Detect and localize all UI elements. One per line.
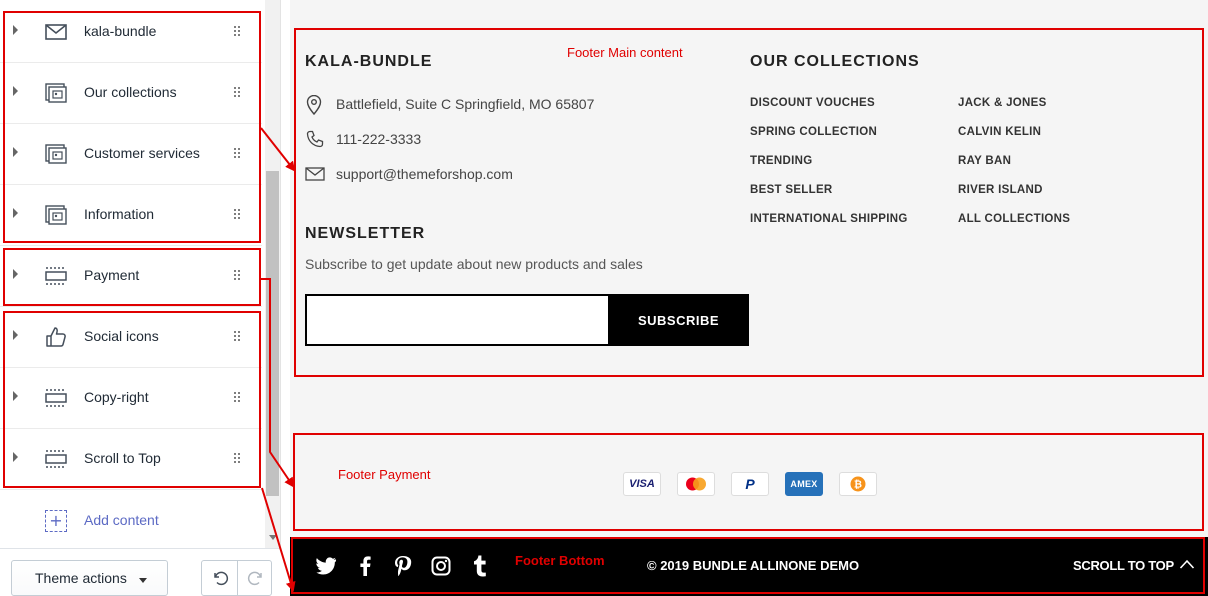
- theme-actions-label: Theme actions: [35, 570, 127, 586]
- annotation-box-footer-main: [294, 28, 1204, 377]
- annotation-box-main-sections: [3, 11, 261, 243]
- annotation-box-bottom-sections: [3, 311, 261, 488]
- annotation-box-payment-section: [3, 248, 261, 306]
- annotation-label-bottom: Footer Bottom: [515, 553, 605, 568]
- scrollbar-thumb[interactable]: [266, 171, 279, 496]
- theme-actions-button[interactable]: Theme actions: [11, 560, 168, 596]
- redo-icon: [247, 571, 262, 586]
- redo-button[interactable]: [238, 561, 273, 595]
- undo-redo-group: [201, 560, 272, 596]
- sidebar-footer: Theme actions: [0, 548, 281, 596]
- annotation-box-footer-bottom: [291, 537, 1205, 594]
- chevron-down-icon: [139, 578, 147, 583]
- scroll-down-arrow-icon[interactable]: [269, 535, 277, 540]
- annotation-label-main: Footer Main content: [567, 45, 683, 60]
- annotation-label-payment: Footer Payment: [338, 467, 431, 482]
- add-content-label: Add content: [84, 512, 159, 528]
- undo-button[interactable]: [202, 561, 237, 595]
- add-content-button[interactable]: + Add content: [0, 498, 262, 544]
- undo-icon: [213, 571, 228, 586]
- add-section-icon: +: [45, 510, 67, 532]
- annotation-box-footer-payment: [293, 433, 1204, 531]
